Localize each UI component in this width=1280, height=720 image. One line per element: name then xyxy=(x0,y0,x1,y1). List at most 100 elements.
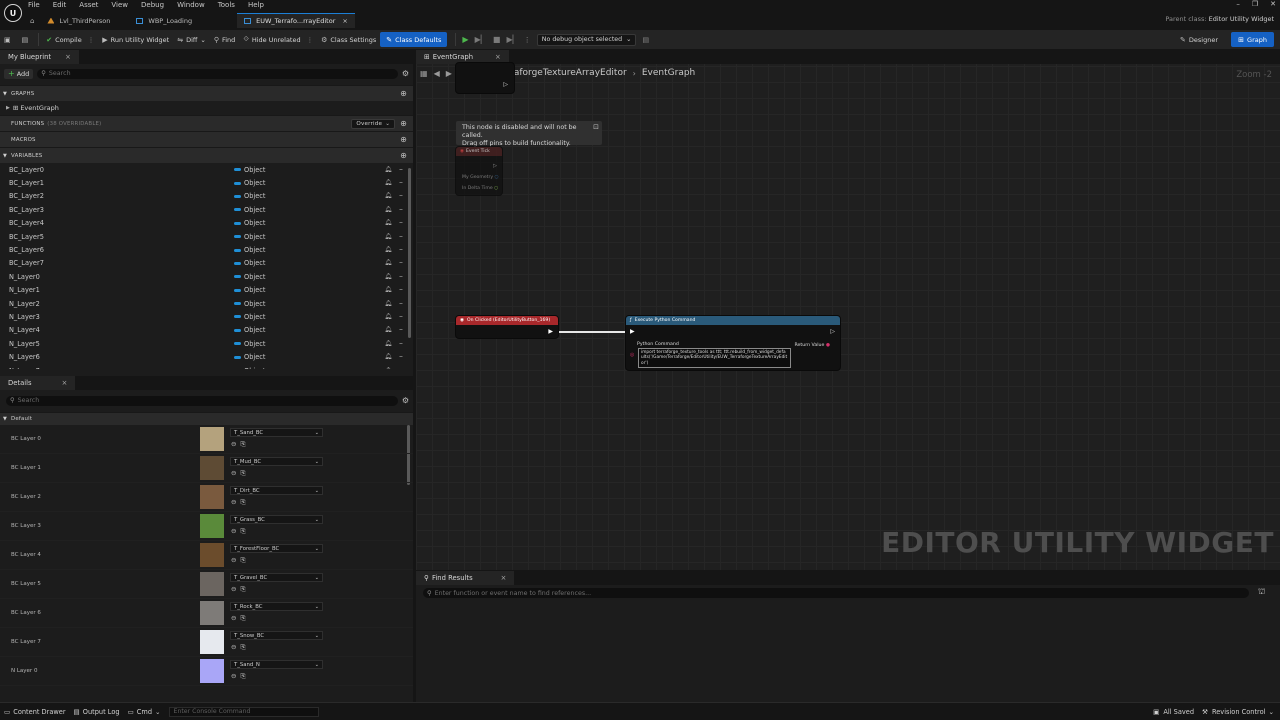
texture-asset-picker[interactable]: T_Gravel_BC ⌄ xyxy=(230,573,323,582)
content-drawer-button[interactable]: ▭ Content Drawer xyxy=(4,708,66,716)
visibility-eye-icon[interactable]: ⌣ xyxy=(399,300,403,308)
browse-asset-icon[interactable]: ⊖ xyxy=(231,556,236,565)
tab-level[interactable]: Lvl_ThirdPerson xyxy=(40,13,117,28)
search-input[interactable]: ⚲ Search xyxy=(37,68,398,79)
breadcrumb-graph[interactable]: EventGraph xyxy=(642,68,695,78)
browse-asset-icon[interactable]: ⊖ xyxy=(231,498,236,507)
variable-type[interactable]: Object xyxy=(234,192,265,200)
close-icon[interactable]: × xyxy=(62,379,68,387)
replication-bell-icon[interactable]: 🔔︎ xyxy=(384,219,392,227)
variable-row[interactable]: BC_Layer1 Object 🔔︎ ⌣ xyxy=(0,176,413,189)
variable-row[interactable]: N_Layer1 Object 🔔︎ ⌣ xyxy=(0,284,413,297)
more-options-icon[interactable]: ⋮ xyxy=(307,36,314,44)
variable-row[interactable]: BC_Layer6 Object 🔔︎ ⌣ xyxy=(0,243,413,256)
use-selected-icon[interactable]: ⎘ xyxy=(240,469,245,478)
texture-asset-picker[interactable]: T_Snow_BC ⌄ xyxy=(230,631,323,640)
close-icon[interactable]: × xyxy=(501,574,507,582)
class-settings-button[interactable]: ⚙ Class Settings xyxy=(317,32,380,47)
variable-row[interactable]: BC_Layer4 Object 🔔︎ ⌣ xyxy=(0,217,413,230)
variable-type[interactable]: Object xyxy=(234,340,265,348)
replication-bell-icon[interactable]: 🔔︎ xyxy=(384,206,392,214)
texture-asset-picker[interactable]: T_Sand_BC ⌄ xyxy=(230,428,323,437)
visibility-eye-icon[interactable]: ⌣ xyxy=(399,206,403,214)
variable-row[interactable]: N_Layer5 Object 🔔︎ ⌣ xyxy=(0,337,413,350)
find-options-icon[interactable]: ⛫ xyxy=(1258,587,1265,597)
use-selected-icon[interactable]: ⎘ xyxy=(240,527,245,536)
minimize-icon[interactable]: – xyxy=(1236,0,1240,8)
texture-thumbnail[interactable] xyxy=(200,427,224,451)
texture-thumbnail[interactable] xyxy=(200,572,224,596)
play-icon[interactable]: ▶ xyxy=(462,35,468,44)
close-window-icon[interactable]: ✕ xyxy=(1270,0,1276,8)
texture-thumbnail[interactable] xyxy=(200,514,224,538)
string-pin[interactable]: ◎ xyxy=(630,352,634,358)
step-icon[interactable]: ▶▏ xyxy=(475,35,487,44)
texture-thumbnail[interactable] xyxy=(200,601,224,625)
override-dropdown[interactable]: Override ⌄ xyxy=(351,118,396,129)
cmd-selector[interactable]: ▭ Cmd ⌄ xyxy=(128,708,161,716)
browse-asset-icon[interactable]: ⊖ xyxy=(231,469,236,478)
step-over-icon[interactable]: ▶▏ xyxy=(506,35,518,44)
browse-asset-icon[interactable]: ⊖ xyxy=(231,672,236,681)
menu-window[interactable]: Window xyxy=(177,0,205,11)
exec-pin[interactable]: ▷ xyxy=(503,81,508,88)
replication-bell-icon[interactable]: 🔔︎ xyxy=(384,179,392,187)
menu-view[interactable]: View xyxy=(111,0,128,11)
run-utility-widget-button[interactable]: ▶ Run Utility Widget xyxy=(98,32,173,47)
pin-my-geometry[interactable]: My Geometry ○ xyxy=(462,175,499,180)
gear-icon[interactable]: ⚙ xyxy=(402,396,409,405)
exec-in-pin[interactable]: ▶ xyxy=(630,328,635,335)
exec-out-pin[interactable]: ▷ xyxy=(830,328,835,335)
replication-bell-icon[interactable]: 🔔︎ xyxy=(384,367,392,369)
tab-details[interactable]: Details × xyxy=(0,376,76,390)
close-icon[interactable]: × xyxy=(495,53,501,61)
variable-row[interactable]: BC_Layer7 Object 🔔︎ ⌣ xyxy=(0,257,413,270)
variable-type[interactable]: Object xyxy=(234,179,265,187)
visibility-eye-icon[interactable]: ⌣ xyxy=(399,233,403,241)
variable-type[interactable]: Object xyxy=(234,286,265,294)
replication-bell-icon[interactable]: 🔔︎ xyxy=(384,340,392,348)
find-button[interactable]: ⚲ Find xyxy=(210,32,239,47)
menu-file[interactable]: File xyxy=(28,0,40,11)
use-selected-icon[interactable]: ⎘ xyxy=(240,614,245,623)
execute-python-command-node[interactable]: ƒ Execute Python Command ▶ ▷ Python Comma… xyxy=(625,315,841,371)
variable-type[interactable]: Object xyxy=(234,219,265,227)
texture-thumbnail[interactable] xyxy=(200,630,224,654)
visibility-eye-icon[interactable]: ⌣ xyxy=(399,340,403,348)
forward-icon[interactable]: ▶ xyxy=(446,69,452,78)
tab-euw-editor[interactable]: EUW_Terrafo...rrayEditor × xyxy=(237,13,355,28)
parent-class-link[interactable]: Editor Utility Widget xyxy=(1209,15,1274,23)
add-button[interactable]: + Add xyxy=(4,68,34,79)
use-selected-icon[interactable]: ⎘ xyxy=(240,556,245,565)
menu-debug[interactable]: Debug xyxy=(141,0,164,11)
add-variable-icon[interactable]: ⊕ xyxy=(400,151,407,160)
texture-asset-picker[interactable]: T_Mud_BC ⌄ xyxy=(230,457,323,466)
class-defaults-button[interactable]: ✎ Class Defaults xyxy=(380,32,448,47)
texture-thumbnail[interactable] xyxy=(200,543,224,567)
variable-row[interactable]: N_Layer7 Object 🔔︎ ⌣ xyxy=(0,364,413,369)
debug-find-icon[interactable]: ▤ xyxy=(642,36,649,44)
stop-icon[interactable]: ■ xyxy=(493,35,501,44)
replication-bell-icon[interactable]: 🔔︎ xyxy=(384,192,392,200)
python-command-input[interactable]: import terraforge_texture_tools as ttt; … xyxy=(638,348,791,368)
texture-asset-picker[interactable]: T_Grass_BC ⌄ xyxy=(230,515,323,524)
find-input[interactable]: ⚲ Enter function or event name to find re… xyxy=(423,588,1249,598)
tab-wbp-loading[interactable]: WBP_Loading xyxy=(129,13,199,28)
visibility-eye-icon[interactable]: ⌣ xyxy=(399,166,403,174)
diff-button[interactable]: ⇋ Diff ⌄ xyxy=(173,32,210,47)
visibility-eye-icon[interactable]: ⌣ xyxy=(399,367,403,369)
exec-out-pin[interactable]: ▶ xyxy=(548,328,553,335)
variable-type[interactable]: Object xyxy=(234,353,265,361)
browse-asset-icon[interactable]: ⊖ xyxy=(231,527,236,536)
texture-asset-picker[interactable]: T_Sand_N ⌄ xyxy=(230,660,323,669)
home-icon[interactable]: ⌂ xyxy=(30,17,34,25)
use-selected-icon[interactable]: ⎘ xyxy=(240,643,245,652)
event-tick-node[interactable]: ◉ Event Tick ▷ My Geometry ○ In Delta Tim… xyxy=(455,146,503,196)
maximize-icon[interactable]: ❐ xyxy=(1252,0,1258,8)
hide-unrelated-button[interactable]: ⟐ Hide Unrelated ⋮ xyxy=(239,32,317,47)
use-selected-icon[interactable]: ⎘ xyxy=(240,672,245,681)
close-icon[interactable]: × xyxy=(65,53,71,61)
browse-asset-icon[interactable]: ⊖ xyxy=(231,614,236,623)
texture-asset-picker[interactable]: T_Rock_BC ⌄ xyxy=(230,602,323,611)
exec-pin[interactable]: ▷ xyxy=(493,163,497,169)
